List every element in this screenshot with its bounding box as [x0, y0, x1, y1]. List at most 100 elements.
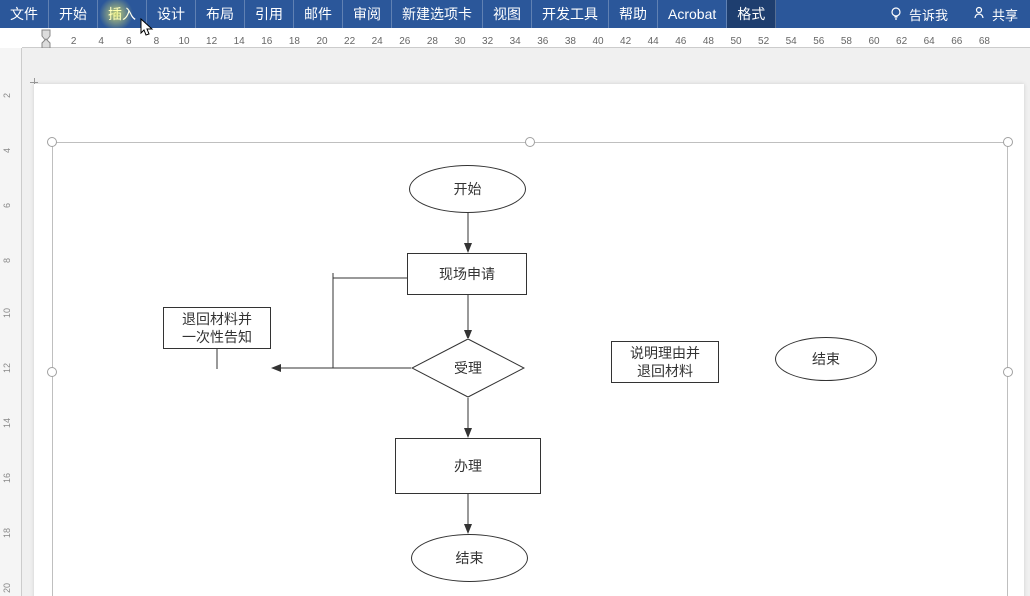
flow-arrow[interactable] — [463, 295, 475, 340]
ribbon-tab-layout[interactable]: 布局 — [196, 0, 245, 28]
ruler-tick: 12 — [206, 36, 217, 47]
shape-label: 开始 — [454, 180, 482, 198]
ribbon-tab-help[interactable]: 帮助 — [609, 0, 658, 28]
ruler-tick: 62 — [896, 36, 907, 47]
ribbon-tab-review[interactable]: 审阅 — [343, 0, 392, 28]
ruler-tick: 20 — [2, 583, 12, 593]
ruler-tick: 18 — [2, 528, 12, 538]
drawing-canvas[interactable]: 开始 现场申请 退回材料并一次性告知 — [52, 142, 1008, 596]
shape-label: 现场申请 — [439, 265, 495, 283]
page-area: 开始 现场申请 退回材料并一次性告知 — [22, 48, 1030, 596]
ruler-tick: 26 — [399, 36, 410, 47]
page[interactable]: 开始 现场申请 退回材料并一次性告知 — [34, 84, 1024, 596]
selection-handle[interactable] — [1003, 137, 1013, 147]
ruler-tick: 14 — [234, 36, 245, 47]
flow-arrow[interactable] — [271, 363, 416, 375]
flowchart-start[interactable]: 开始 — [409, 165, 526, 213]
flowchart-end[interactable]: 结束 — [411, 534, 528, 582]
ribbon-tab-devtools[interactable]: 开发工具 — [532, 0, 609, 28]
ruler-tick: 44 — [648, 36, 659, 47]
ruler-tick: 2 — [71, 36, 77, 47]
ruler-tick: 14 — [2, 418, 12, 428]
ruler-tick: 56 — [813, 36, 824, 47]
ruler-tick: 50 — [730, 36, 741, 47]
ruler-tick: 52 — [758, 36, 769, 47]
ruler-tick: 60 — [868, 36, 879, 47]
selection-handle[interactable] — [47, 367, 57, 377]
ruler-tick: 24 — [372, 36, 383, 47]
flow-arrow[interactable] — [463, 398, 475, 438]
selection-handle[interactable] — [1003, 367, 1013, 377]
flow-connector[interactable] — [212, 349, 224, 369]
ruler-tick: 68 — [979, 36, 990, 47]
shape-label: 结束 — [456, 549, 484, 567]
ruler-tick: 20 — [316, 36, 327, 47]
selection-handle[interactable] — [525, 137, 535, 147]
flowchart-apply[interactable]: 现场申请 — [407, 253, 527, 295]
ruler-tick: 18 — [289, 36, 300, 47]
ruler-tick: 8 — [2, 258, 12, 263]
ruler-tick: 12 — [2, 363, 12, 373]
flowchart-accept[interactable]: 受理 — [411, 338, 525, 398]
selection-handle[interactable] — [47, 137, 57, 147]
ruler-tick: 40 — [592, 36, 603, 47]
tellme-button[interactable]: 告诉我 — [877, 0, 960, 28]
shape-label: 受理 — [454, 359, 482, 377]
ruler-tick: 46 — [675, 36, 686, 47]
share-button[interactable]: 共享 — [960, 0, 1030, 28]
flowchart-end-right[interactable]: 结束 — [775, 337, 877, 381]
ruler-tick: 6 — [2, 203, 12, 208]
ruler-tick: 28 — [427, 36, 438, 47]
ribbon-tab-mail[interactable]: 邮件 — [294, 0, 343, 28]
ribbon-tab-acrobat[interactable]: Acrobat — [658, 0, 727, 28]
ruler-tick: 30 — [454, 36, 465, 47]
vertical-ruler: 2 4 6 8 10 12 14 16 18 20 — [0, 48, 22, 596]
ruler-tick: 10 — [178, 36, 189, 47]
ruler-tick: 36 — [537, 36, 548, 47]
ruler-tick: 8 — [154, 36, 160, 47]
ribbon-tab-view[interactable]: 视图 — [483, 0, 532, 28]
ruler-tick: 16 — [261, 36, 272, 47]
ruler-tick: 4 — [98, 36, 104, 47]
ruler-tick: 64 — [924, 36, 935, 47]
share-label: 共享 — [992, 5, 1018, 24]
flow-arrow[interactable] — [463, 494, 475, 534]
lightbulb-icon — [889, 6, 903, 23]
ruler-tick: 4 — [2, 148, 12, 153]
ruler-tick: 10 — [2, 308, 12, 318]
flowchart-explain[interactable]: 说明理由并退回材料 — [611, 341, 719, 383]
ribbon-tab-insert[interactable]: 插入 — [98, 0, 147, 28]
ruler-tick: 66 — [951, 36, 962, 47]
shape-label: 退回材料并一次性告知 — [182, 310, 252, 346]
ribbon-tab-home[interactable]: 开始 — [49, 0, 98, 28]
shape-label: 结束 — [812, 350, 840, 368]
ruler-tick: 16 — [2, 473, 12, 483]
flow-connector[interactable] — [328, 273, 340, 368]
indent-marker-icon[interactable] — [36, 28, 56, 48]
flowchart-return-notice[interactable]: 退回材料并一次性告知 — [163, 307, 271, 349]
ribbon-tab-newtab[interactable]: 新建选项卡 — [392, 0, 483, 28]
flow-arrow[interactable] — [463, 213, 475, 253]
ruler-tick: 6 — [126, 36, 132, 47]
ruler-tick: 32 — [482, 36, 493, 47]
ruler-tick: 38 — [565, 36, 576, 47]
tellme-label: 告诉我 — [909, 5, 948, 24]
ribbon-tab-file[interactable]: 文件 — [0, 0, 49, 28]
ruler-tick: 22 — [344, 36, 355, 47]
ruler-tick: 34 — [510, 36, 521, 47]
ribbon-tab-format[interactable]: 格式 — [727, 0, 776, 28]
ruler-tick: 48 — [703, 36, 714, 47]
horizontal-ruler: 2468101214161820222426283032343638404244… — [22, 28, 1030, 48]
ribbon-tab-design[interactable]: 设计 — [147, 0, 196, 28]
ribbon-tab-references[interactable]: 引用 — [245, 0, 294, 28]
ruler-tick: 54 — [786, 36, 797, 47]
flow-connector[interactable] — [333, 273, 413, 285]
share-icon — [972, 6, 986, 23]
ruler-tick: 58 — [841, 36, 852, 47]
shape-label: 办理 — [454, 457, 482, 475]
ruler-tick: 42 — [620, 36, 631, 47]
ruler-tick: 2 — [2, 93, 12, 98]
shape-label: 说明理由并退回材料 — [630, 344, 700, 380]
ribbon: 文件 开始 插入 设计 布局 引用 邮件 审阅 新建选项卡 视图 开发工具 帮助… — [0, 0, 1030, 28]
flowchart-process[interactable]: 办理 — [395, 438, 541, 494]
